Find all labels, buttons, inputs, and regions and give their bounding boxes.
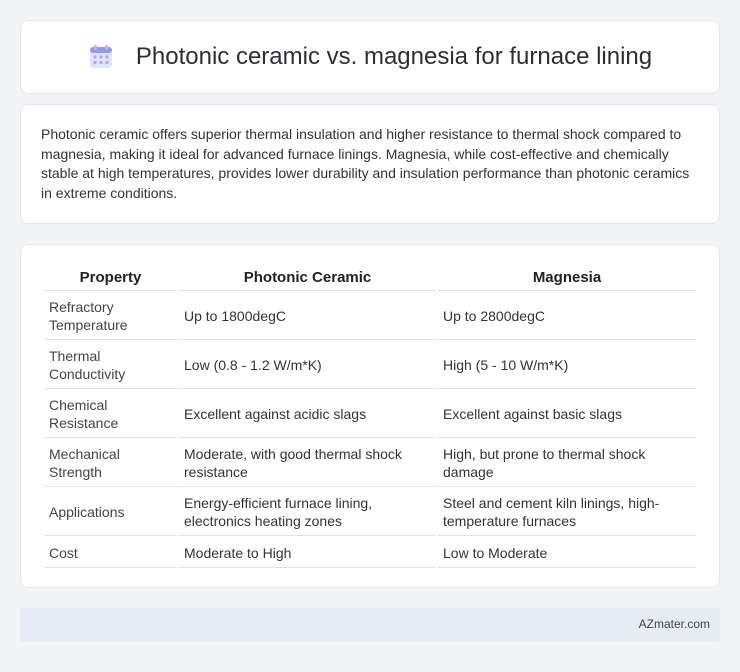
- table-row: Chemical Resistance Excellent against ac…: [44, 391, 696, 438]
- row-photonic-value: Excellent against acidic slags: [179, 391, 436, 438]
- table-row: Mechanical Strength Moderate, with good …: [44, 440, 696, 487]
- row-property: Applications: [44, 489, 177, 536]
- row-magnesia-value: Excellent against basic slags: [438, 391, 696, 438]
- row-magnesia-value: High (5 - 10 W/m*K): [438, 342, 696, 389]
- table-row: Applications Energy-efficient furnace li…: [44, 489, 696, 536]
- row-property: Chemical Resistance: [44, 391, 177, 438]
- row-property: Mechanical Strength: [44, 440, 177, 487]
- row-property: Cost: [44, 538, 177, 568]
- header-magnesia: Magnesia: [438, 267, 696, 291]
- row-photonic-value: Energy-efficient furnace lining, electro…: [179, 489, 436, 536]
- summary-text: Photonic ceramic offers superior thermal…: [41, 126, 690, 201]
- table-header-row: Property Photonic Ceramic Magnesia: [44, 267, 696, 291]
- row-magnesia-value: Low to Moderate: [438, 538, 696, 568]
- row-magnesia-value: High, but prone to thermal shock damage: [438, 440, 696, 487]
- comparison-table-card: Property Photonic Ceramic Magnesia Refra…: [20, 244, 720, 588]
- comparison-table: Property Photonic Ceramic Magnesia Refra…: [42, 265, 698, 570]
- row-photonic-value: Moderate, with good thermal shock resist…: [179, 440, 436, 487]
- row-photonic-value: Low (0.8 - 1.2 W/m*K): [179, 342, 436, 389]
- row-photonic-value: Up to 1800degC: [179, 293, 436, 340]
- row-property: Thermal Conductivity: [44, 342, 177, 389]
- row-magnesia-value: Steel and cement kiln linings, high-temp…: [438, 489, 696, 536]
- summary-card: Photonic ceramic offers superior thermal…: [20, 104, 720, 224]
- footer-bar: AZmater.com: [20, 608, 720, 642]
- header-photonic-ceramic: Photonic Ceramic: [179, 267, 436, 291]
- row-property: Refractory Temperature: [44, 293, 177, 340]
- table-row: Cost Moderate to High Low to Moderate: [44, 538, 696, 568]
- row-magnesia-value: Up to 2800degC: [438, 293, 696, 340]
- table-row: Refractory Temperature Up to 1800degC Up…: [44, 293, 696, 340]
- table-row: Thermal Conductivity Low (0.8 - 1.2 W/m*…: [44, 342, 696, 389]
- row-photonic-value: Moderate to High: [179, 538, 436, 568]
- footer-brand: AZmater.com: [638, 617, 710, 631]
- calendar-grid-icon: [89, 45, 112, 68]
- title-card: Photonic ceramic vs. magnesia for furnac…: [20, 20, 720, 94]
- header-property: Property: [44, 267, 177, 291]
- page-title: Photonic ceramic vs. magnesia for furnac…: [135, 43, 653, 70]
